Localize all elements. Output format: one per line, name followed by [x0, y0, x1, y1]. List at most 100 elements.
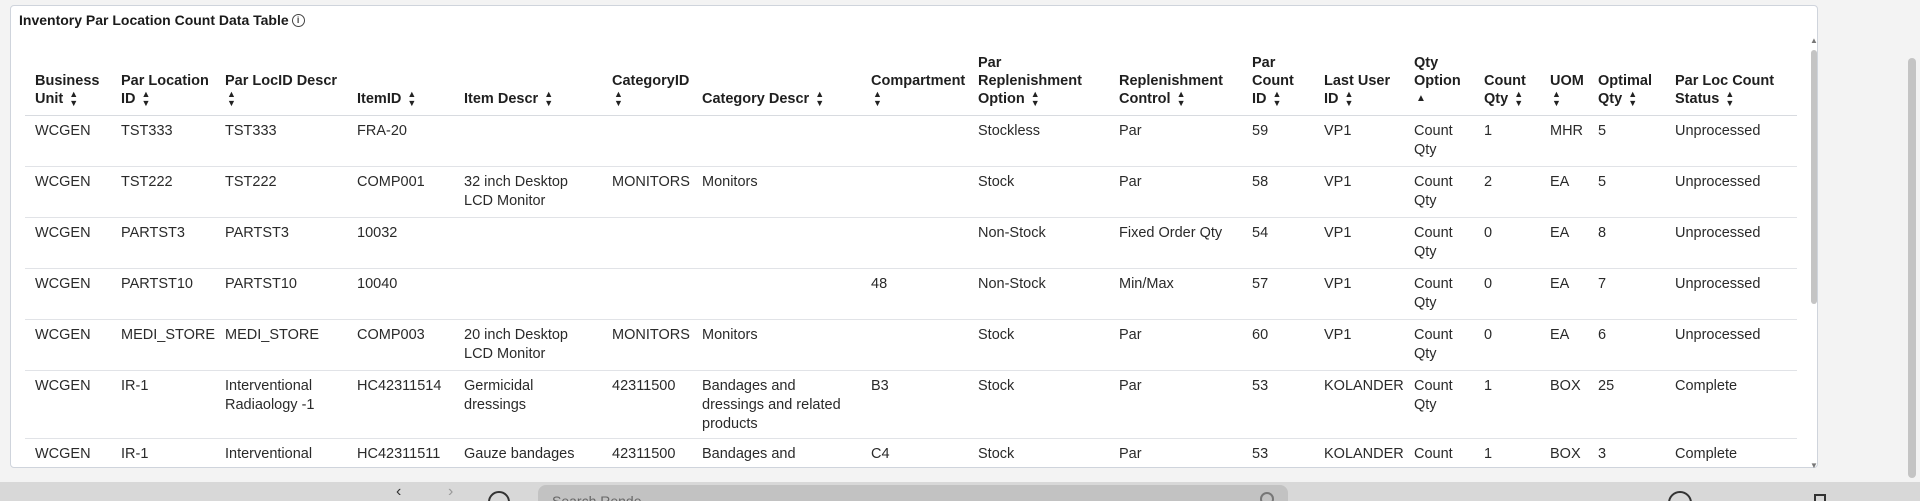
cell-par-location-id: PARTST10	[111, 268, 215, 321]
table-row[interactable]: WCGEN TST333 TST333 FRA-20 Stockless Par 59 VP1…	[25, 115, 1797, 168]
sort-icon[interactable]: ▲ ▼	[815, 90, 824, 108]
column-header-label: Item Descr	[464, 91, 539, 107]
column-header-itemid[interactable]: ItemID ▲ ▼	[347, 54, 454, 117]
table-row[interactable]: WCGENIR-1Interventional Radiaology -1HC4…	[25, 370, 1797, 440]
column-header-uom[interactable]: UOM ▲ ▼	[1540, 54, 1588, 117]
sort-icon[interactable]: ▲ ▼	[69, 90, 78, 108]
cell-par-replenishment-option: Non-Stock	[968, 268, 1109, 321]
table-row[interactable]: WCGEN PARTST3 PARTST3 10032 Non-Stock Fixed O…	[25, 217, 1797, 270]
sort-icon[interactable]: ▲ ▼	[1514, 90, 1523, 108]
column-header-par-location-id[interactable]: Par Location ID ▲ ▼	[111, 54, 215, 117]
info-circle-icon[interactable]	[488, 491, 510, 501]
column-header-replenishment-control[interactable]: Replenishment Control ▲ ▼	[1109, 54, 1242, 117]
cell-item-descr: 20 inch Desktop LCD Monitor	[454, 319, 602, 372]
sort-icon[interactable]: ▲ ▼	[227, 90, 236, 108]
sort-icon[interactable]: ▲ ▼	[1031, 90, 1040, 108]
sort-icon[interactable]: ▲ ▼	[1345, 90, 1354, 108]
info-icon[interactable]: i	[291, 13, 305, 27]
cell-replenishment-control: Par	[1109, 319, 1242, 372]
cell-compartment	[861, 217, 968, 270]
column-header-par-loc-count-status[interactable]: Par Loc Count Status ▲ ▼	[1665, 54, 1797, 117]
cell-item-descr	[454, 115, 602, 168]
search-box[interactable]: Search Rende	[538, 485, 1288, 501]
forward-arrow-icon[interactable]: ›	[448, 483, 453, 501]
column-header-business-unit[interactable]: Business Unit ▲ ▼	[25, 54, 111, 117]
document-icon[interactable]	[1814, 494, 1826, 501]
cell-qty-option: Count Qty	[1404, 217, 1474, 270]
cell-category-descr: Monitors	[692, 319, 861, 372]
cell-compartment	[861, 115, 968, 168]
sort-icon[interactable]: ▲ ▼	[614, 90, 623, 108]
data-table-panel: Inventory Par Location Count Data Table …	[10, 5, 1819, 470]
column-header-par-count-id[interactable]: Par Count ID ▲ ▼	[1242, 54, 1314, 117]
column-header-last-user-id[interactable]: Last User ID ▲ ▼	[1314, 54, 1404, 117]
help-icon[interactable]	[1668, 491, 1692, 501]
cell-par-replenishment-option: Stock	[968, 166, 1109, 219]
cell-par-count-id: 59	[1242, 115, 1314, 168]
sort-icon[interactable]: ▲ ▼	[873, 90, 882, 108]
scroll-up-icon[interactable]: ▲	[1810, 36, 1818, 45]
cell-uom: EA	[1540, 217, 1588, 270]
column-header-label: Par LocID Descr	[225, 73, 338, 89]
cell-uom: BOX	[1540, 370, 1588, 440]
cell-itemid: 10040	[347, 268, 454, 321]
cell-optimal-qty: 6	[1588, 319, 1665, 372]
cell-par-count-id: 57	[1242, 268, 1314, 321]
sort-icon[interactable]: ▲ ▼	[1177, 90, 1186, 108]
sort-icon[interactable]: ▲ ▼	[544, 90, 553, 108]
column-header-label: Compartment	[871, 73, 966, 89]
cell-itemid: COMP001	[347, 166, 454, 219]
table-row[interactable]: WCGEN PARTST10 PARTST10 10040 48 Non-Stock Min…	[25, 268, 1797, 321]
table-row[interactable]: WCGENIR-1Interventional Radiaology -1HC4…	[25, 438, 1797, 466]
column-header-label: Qty Option	[1414, 55, 1461, 89]
column-header-count-qty[interactable]: Count Qty ▲ ▼	[1474, 54, 1540, 117]
cell-par-count-id: 58	[1242, 166, 1314, 219]
cell-optimal-qty: 8	[1588, 217, 1665, 270]
sort-ascending-icon[interactable]: ▲	[1416, 90, 1426, 108]
cell-count-qty: 0	[1474, 268, 1540, 321]
cell-replenishment-control: Par	[1109, 370, 1242, 440]
cell-uom: EA	[1540, 319, 1588, 372]
sort-icon[interactable]: ▲ ▼	[407, 90, 416, 108]
column-header-categoryid[interactable]: CategoryID ▲ ▼	[602, 54, 692, 117]
scroll-down-icon[interactable]: ▼	[1810, 461, 1818, 470]
page-scrollbar-thumb[interactable]	[1908, 58, 1916, 478]
column-header-par-replenishment-option[interactable]: Par Replenishment Option ▲ ▼	[968, 54, 1109, 117]
cell-optimal-qty: 5	[1588, 166, 1665, 219]
sort-icon[interactable]: ▲ ▼	[1725, 90, 1734, 108]
scrollbar-thumb[interactable]	[1811, 50, 1817, 304]
table-row[interactable]: WCGEN MEDI_STORE MEDI_STORE COMP003 20 inch …	[25, 319, 1797, 372]
cell-business-unit: WCGEN	[25, 166, 111, 219]
cell-uom: MHR	[1540, 115, 1588, 168]
column-header-compartment[interactable]: Compartment ▲ ▼	[861, 54, 968, 117]
cell-item-descr	[454, 268, 602, 321]
back-arrow-icon[interactable]: ‹	[396, 483, 401, 501]
cell-business-unit: WCGEN	[25, 319, 111, 372]
sort-icon[interactable]: ▲ ▼	[1628, 90, 1637, 108]
cell-business-unit: WCGEN	[25, 268, 111, 321]
cell-par-locid-descr: TST333	[215, 115, 347, 168]
cell-uom: BOX	[1540, 438, 1588, 466]
cell-qty-option: Count Qty	[1404, 115, 1474, 168]
sort-icon[interactable]: ▲ ▼	[142, 90, 151, 108]
cell-par-location-id: IR-1	[111, 438, 215, 466]
cell-par-locid-descr: Interventional Radiaology -1	[215, 370, 347, 440]
column-header-par-locid-descr[interactable]: Par LocID Descr ▲ ▼	[215, 54, 347, 117]
sort-icon[interactable]: ▲ ▼	[1273, 90, 1282, 108]
column-header-optimal-qty[interactable]: Optimal Qty ▲ ▼	[1588, 54, 1665, 117]
column-header-category-descr[interactable]: Category Descr ▲ ▼	[692, 54, 861, 117]
cell-qty-option: Count Qty	[1404, 166, 1474, 219]
cell-itemid: HC42311514	[347, 370, 454, 440]
cell-categoryid	[602, 268, 692, 321]
column-header-qty-option[interactable]: Qty Option ▲	[1404, 54, 1474, 117]
cell-item-descr: Gauze bandages	[454, 438, 602, 466]
cell-optimal-qty: 3	[1588, 438, 1665, 466]
column-header-item-descr[interactable]: Item Descr ▲ ▼	[454, 54, 602, 117]
search-icon[interactable]	[1260, 492, 1274, 501]
table-vertical-scrollbar[interactable]: ▲ ▼	[1809, 36, 1819, 470]
column-header-label: UOM	[1550, 73, 1584, 89]
table-row[interactable]: WCGEN TST222 TST222 COMP001 32 inch Desktop …	[25, 166, 1797, 219]
cell-categoryid	[602, 217, 692, 270]
panel-title-text: Inventory Par Location Count Data Table	[19, 12, 289, 28]
sort-icon[interactable]: ▲ ▼	[1552, 90, 1561, 108]
